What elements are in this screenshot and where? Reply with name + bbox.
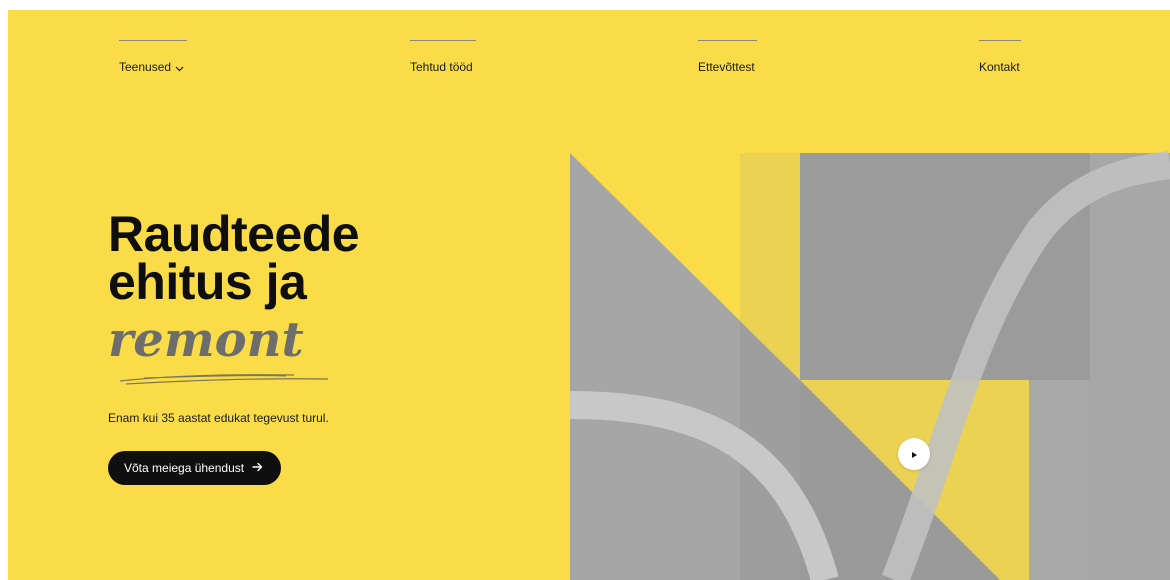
arrow-right-icon xyxy=(252,461,263,475)
hero-title: Raudteede ehitus ja xyxy=(108,209,360,307)
play-icon xyxy=(910,447,918,462)
chevron-down-icon xyxy=(175,61,184,75)
hero-artwork xyxy=(570,151,1170,580)
contact-us-button[interactable]: Võta meiega ühendust xyxy=(108,451,282,485)
nav-divider xyxy=(119,40,187,41)
hero-subtitle: Enam kui 35 aastat edukat tegevust turul… xyxy=(108,411,329,425)
contact-us-button-label: Võta meiega ühendust xyxy=(124,461,245,475)
nav-divider xyxy=(410,40,476,41)
hero-title-line2: ehitus ja xyxy=(108,254,307,310)
hero-section: Teenused Tehtud tööd Ettevõttest Kontakt… xyxy=(8,10,1170,580)
nav-label-teenused: Teenused xyxy=(119,60,172,74)
scribble-underline xyxy=(119,374,329,385)
nav-label-tehtud-tood: Tehtud tööd xyxy=(410,60,473,74)
nav-item-teenused[interactable]: Teenused xyxy=(119,40,187,75)
play-video-button[interactable] xyxy=(898,438,930,470)
hero-title-accent: remont xyxy=(108,312,304,368)
nav-item-tehtud-tood[interactable]: Tehtud tööd xyxy=(410,40,476,74)
